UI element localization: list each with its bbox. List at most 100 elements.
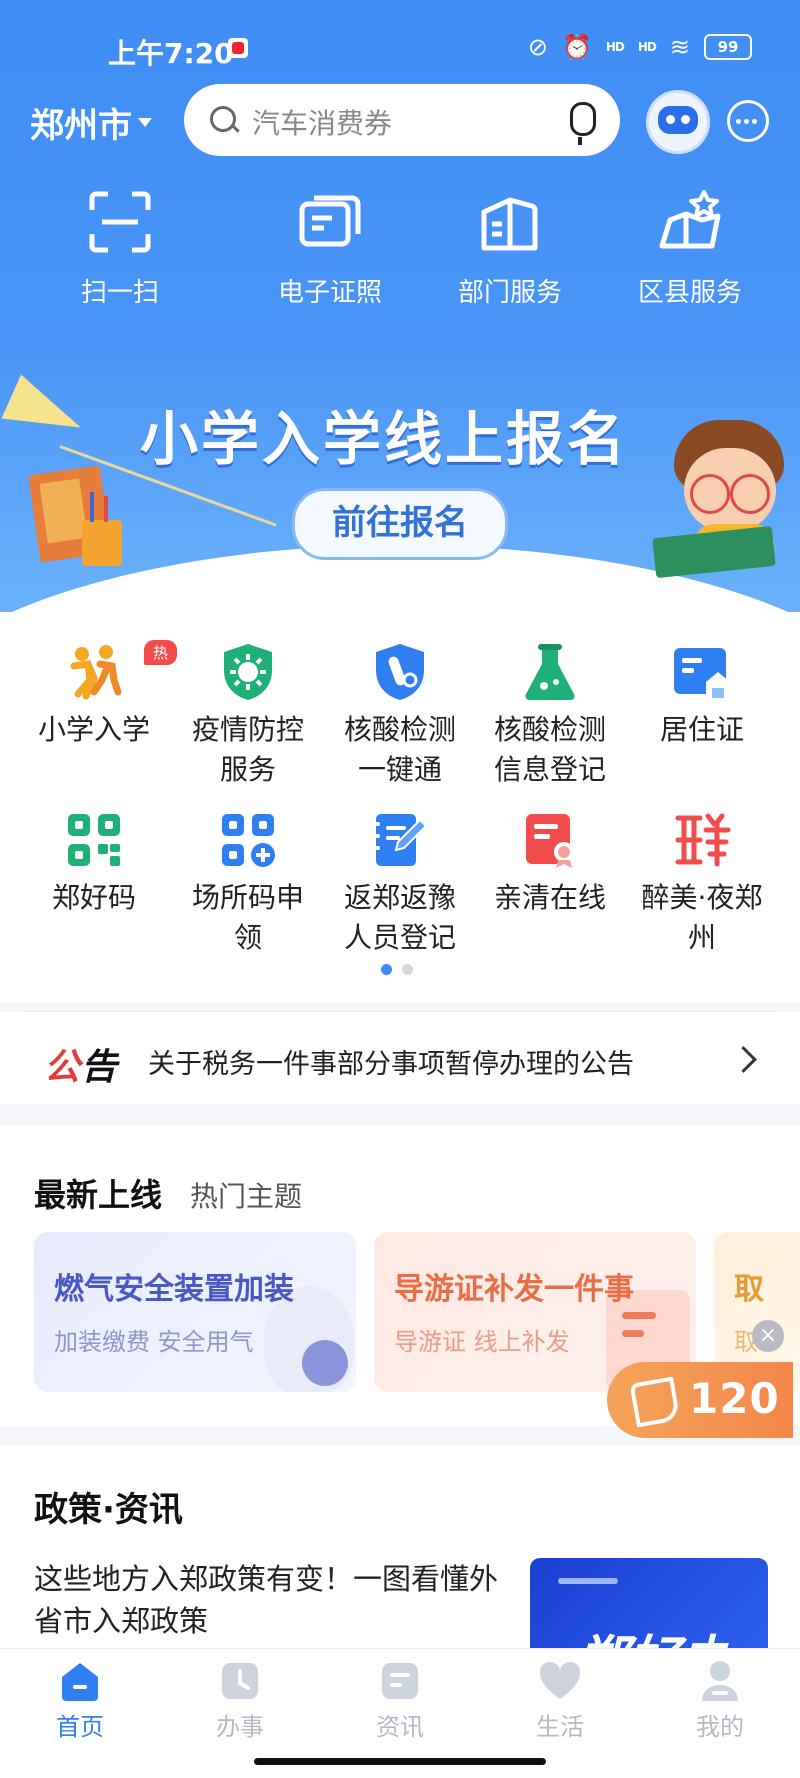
app-screen: 上午7:20 ⊘ ⏰ HD HD ≋ 99 郑州市 汽车消费券 扫一扫 电子证照… [0,0,800,1778]
announcement-bar[interactable]: 公告 关于税务一件事部分事项暂停办理的公告 [0,1012,800,1104]
search-bar[interactable]: 汽车消费券 [184,84,620,156]
robot-face [658,106,698,134]
service-label: 场所码申领 [168,878,328,958]
qinqing-online-icon [520,810,580,870]
service-label-line: 一键通 [357,753,442,786]
news-icon [378,1659,422,1703]
service-label-line: 醉美·夜郑 [641,881,763,914]
service-nucleic-test[interactable]: 核酸检测 一键通 [320,642,480,790]
announcement-tag-char: 公 [44,1047,82,1088]
emergency-call-button[interactable]: 120 [607,1362,793,1438]
tab-hot-topics[interactable]: 热门主题 [190,1175,302,1215]
page-dot[interactable] [402,964,413,975]
qr-code-icon [64,810,124,870]
mute-icon: ⊘ [527,33,548,61]
service-night-zhengzhou[interactable]: 醉美·夜郑州 [622,810,782,958]
page-indicator [381,964,413,975]
district-icon [658,190,722,254]
service-label: 居住证 [622,710,782,750]
tab-service[interactable]: 办事 [180,1659,300,1742]
hero-header: 上午7:20 ⊘ ⏰ HD HD ≋ 99 郑州市 汽车消费券 扫一扫 电子证照… [0,0,800,620]
service-label: 核酸检测 一键通 [320,710,480,790]
service-label: 郑好码 [14,878,174,918]
quick-action-label: 扫一扫 [80,278,159,308]
quick-action-scan[interactable]: 扫一扫 [0,190,240,309]
life-icon [538,1659,582,1703]
quick-action-label: 部门服务 [457,278,562,308]
service-label-line: 场所码申 [191,881,304,914]
status-time: 上午7:20 [108,37,234,70]
service-nucleic-register[interactable]: 核酸检测 信息登记 [470,642,630,790]
quick-action-e-license[interactable]: 电子证照 [240,190,420,309]
service-label: 小学入学 [14,710,174,750]
phone-icon [629,1376,681,1428]
service-return-register[interactable]: 返郑返豫 人员登记 [320,810,480,958]
news-section-title: 政策·资讯 [34,1490,183,1530]
search-placeholder: 汽车消费券 [252,107,393,140]
service-label-line: 领 [233,921,262,954]
tab-label: 资讯 [376,1713,424,1741]
quick-action-label: 区县服务 [637,278,742,308]
signal-icon-2: HD [637,40,657,54]
topic-card-subtitle: 导游证 线上补发 [394,1328,570,1356]
search-icon [210,106,236,132]
service-qinqing-online[interactable]: 亲清在线 [470,810,630,918]
topic-card-gas-safety[interactable]: 燃气安全装置加装 加装缴费 安全用气 [34,1232,356,1392]
service-label-line: 小学入学 [37,713,150,746]
service-label-line: 信息登记 [493,753,606,786]
news-item-title[interactable]: 这些地方入郑政策有变！一图看懂外省市入郑政策 [34,1558,504,1642]
emergency-number: 120 [689,1374,780,1423]
microphone-icon[interactable] [570,102,596,145]
more-options-icon[interactable] [727,100,769,142]
service-epidemic[interactable]: 疫情防控 服务 [168,642,328,790]
service-label-line: 核酸检测 [343,713,456,746]
service-label: 疫情防控 服务 [168,710,328,790]
page-dot-active[interactable] [381,964,392,975]
announcement-tag-char: 告 [81,1047,119,1088]
tab-latest[interactable]: 最新上线 [34,1170,162,1216]
service-label-line: 人员登记 [343,921,456,954]
return-register-icon [370,810,430,870]
quick-action-district[interactable]: 区县服务 [600,190,780,309]
service-venue-code[interactable]: 场所码申领 [168,810,328,958]
tab-label: 我的 [696,1713,744,1741]
tab-news[interactable]: 资讯 [340,1659,460,1742]
city-selector[interactable]: 郑州市 [30,98,152,147]
service-label-line: 疫情防控 [191,713,304,746]
school-entry-icon [64,642,124,702]
battery-icon: 99 [704,34,752,60]
news-section: 政策·资讯 这些地方入郑政策有变！一图看懂外省市入郑政策 郑好办 [0,1446,800,1678]
banner-title: 小学入学线上报名 [140,405,629,473]
service-school-entry[interactable]: 热 小学入学 [14,640,178,750]
wifi-icon: ≋ [669,33,690,61]
tab-home[interactable]: 首页 [20,1659,140,1742]
topic-card-title: 导游证补发一件事 [394,1272,634,1307]
e-license-icon [298,190,362,254]
quick-action-department[interactable]: 部门服务 [420,190,600,309]
tab-life[interactable]: 生活 [500,1659,620,1742]
latest-tabs: 最新上线 热门主题 [34,1170,302,1216]
chevron-right-icon [730,1046,757,1073]
service-qr-code[interactable]: 郑好码 [14,810,174,918]
tab-label: 办事 [216,1713,264,1741]
service-label-line: 亲清在线 [493,881,606,914]
assistant-robot-icon[interactable] [646,90,710,154]
home-icon [58,1659,102,1703]
banner-signup-button[interactable]: 前往报名 [292,488,508,560]
paper-plane-illustration [1,374,91,450]
pencil-cup-illustration [82,492,122,566]
announcement-tag: 公告 [44,1038,118,1090]
scan-icon [88,190,152,254]
department-icon [478,190,542,254]
tab-profile[interactable]: 我的 [660,1659,780,1742]
dot [752,119,757,124]
venue-code-icon [218,810,278,870]
home-indicator[interactable] [254,1758,546,1765]
quick-actions: 扫一扫 电子证照 部门服务 区县服务 [0,190,800,309]
kid-glasses [730,474,770,514]
status-icons: ⊘ ⏰ HD HD ≋ 99 [528,33,752,61]
profile-icon [698,1659,742,1703]
service-label: 核酸检测 信息登记 [470,710,630,790]
close-icon[interactable]: × [752,1320,784,1352]
service-residence-permit[interactable]: 居住证 [622,642,782,750]
